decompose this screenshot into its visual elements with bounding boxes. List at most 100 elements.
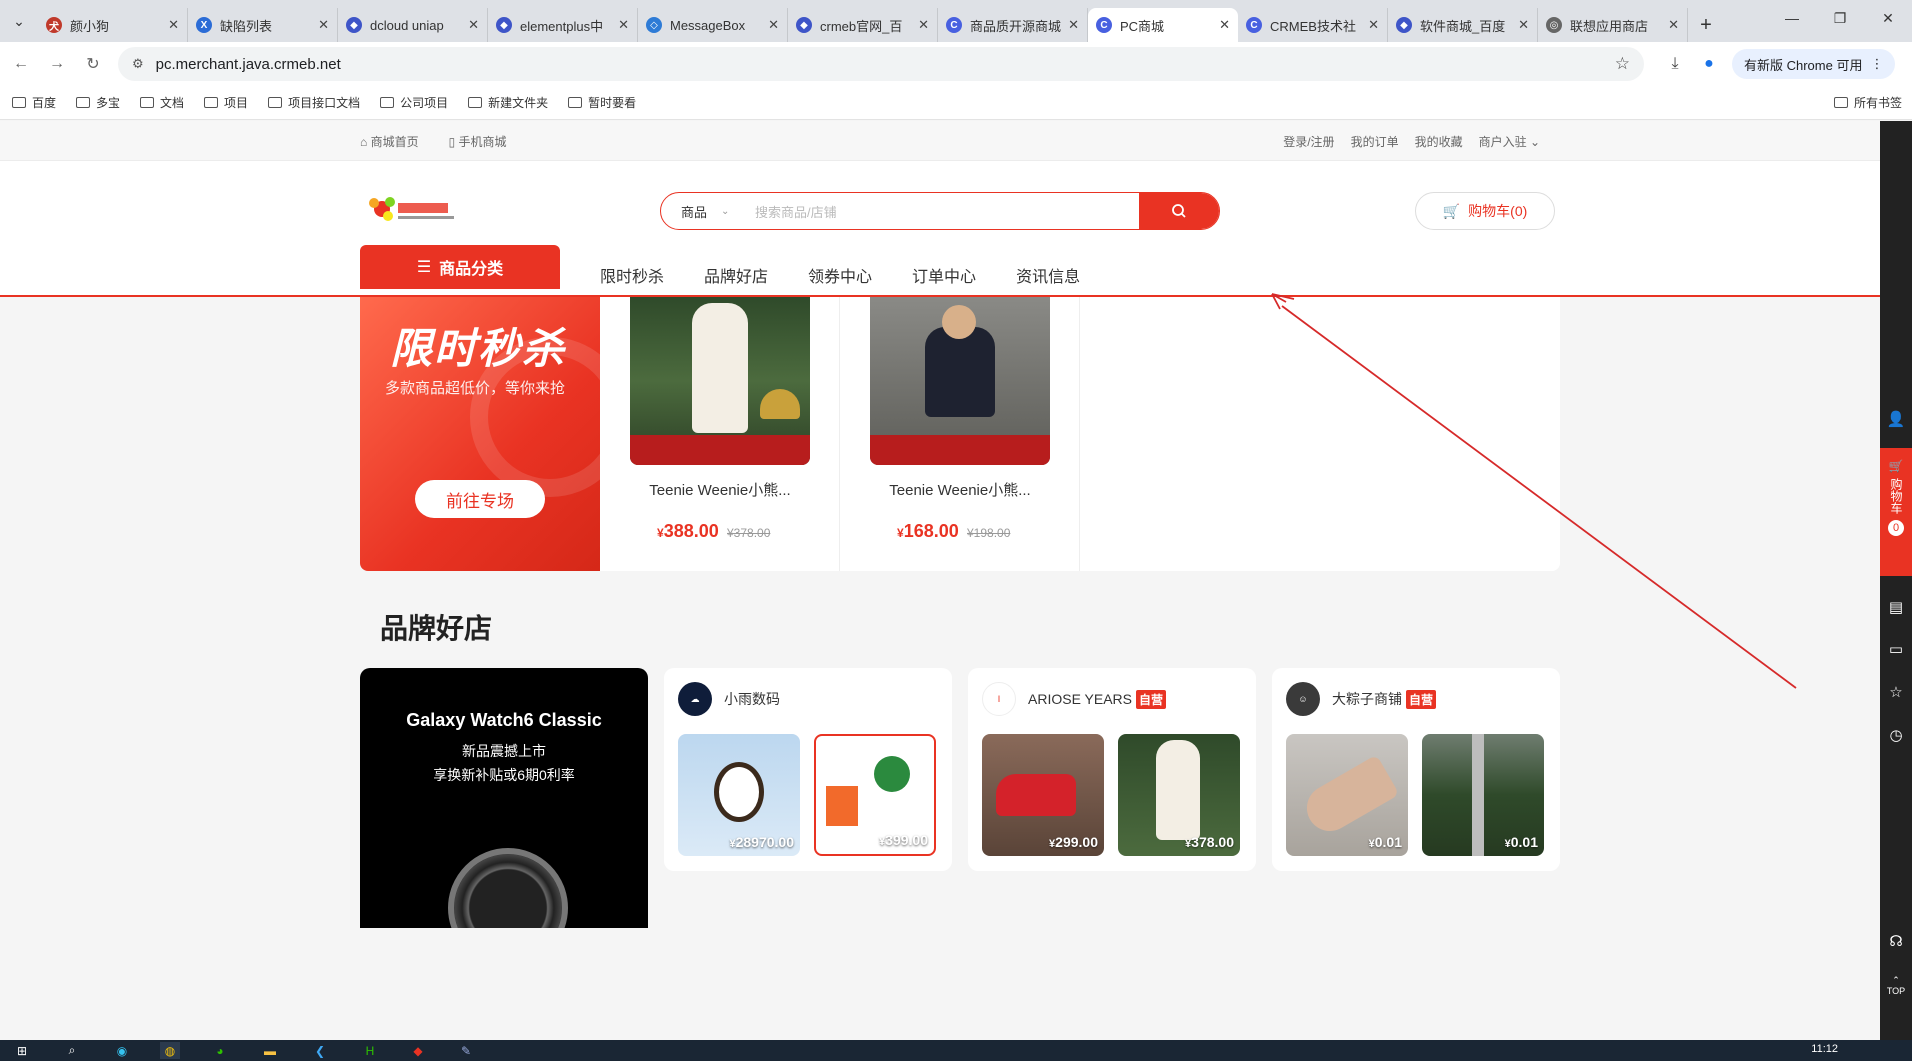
minimize-icon[interactable]: — xyxy=(1768,0,1816,36)
all-bookmarks[interactable]: 所有书签 xyxy=(1833,94,1902,111)
download-icon[interactable]: ⤓ xyxy=(1658,55,1692,73)
reload-icon[interactable]: ↻ xyxy=(78,49,108,79)
flash-item[interactable]: Teenie Weenie小熊... ¥388.00 ¥378.00 xyxy=(600,297,840,571)
merchant-join-link[interactable]: 商户入驻 ⌄ xyxy=(1479,133,1540,150)
browser-tab[interactable]: ◆ crmeb官网_百 ✕ xyxy=(788,8,938,42)
search-button[interactable] xyxy=(1139,193,1219,229)
store-product[interactable]: ¥0.01 xyxy=(1286,734,1408,856)
edge-icon[interactable]: ◉ xyxy=(112,1042,132,1059)
tab-close-icon[interactable]: ✕ xyxy=(1068,17,1079,33)
more-menu-icon[interactable]: ⋮ xyxy=(1870,56,1883,72)
star-icon[interactable]: ☆ xyxy=(1880,676,1912,708)
nav-brand-stores[interactable]: 品牌好店 xyxy=(704,263,768,287)
browser-tab[interactable]: C 商品质开源商城 ✕ xyxy=(938,8,1088,42)
wechat-icon[interactable]: ◕ xyxy=(210,1042,230,1059)
history-icon[interactable]: ◷ xyxy=(1880,719,1912,751)
nav-coupon-center[interactable]: 领券中心 xyxy=(808,263,872,287)
tab-close-icon[interactable]: ✕ xyxy=(918,17,929,33)
store-card[interactable]: ☺ 大粽子商铺 自营 ¥0.01 ¥0.01 xyxy=(1272,668,1560,871)
mobile-mall-link[interactable]: ▯ 手机商城 xyxy=(449,133,507,150)
category-button[interactable]: ☰ 商品分类 xyxy=(360,245,560,289)
nav-flash-sale[interactable]: 限时秒杀 xyxy=(600,263,664,287)
hbuilder-icon[interactable]: H xyxy=(360,1042,380,1059)
tab-search-chevron-icon[interactable]: ⌄ xyxy=(0,0,38,42)
headset-icon[interactable]: ☊ xyxy=(1880,925,1912,957)
site-logo[interactable] xyxy=(360,191,460,229)
bookmark-folder[interactable]: 项目 xyxy=(204,94,248,111)
login-link[interactable]: 登录/注册 xyxy=(1283,133,1334,150)
browser-tab[interactable]: ◆ 软件商城_百度 ✕ xyxy=(1388,8,1538,42)
vscode-icon[interactable]: ❮ xyxy=(310,1042,330,1059)
browser-tab[interactable]: C CRMEB技术社 ✕ xyxy=(1238,8,1388,42)
my-orders-link[interactable]: 我的订单 xyxy=(1351,133,1399,150)
store-card[interactable]: ☁ 小雨数码 ¥28970.00 ¥399.00 xyxy=(664,668,952,871)
order-icon[interactable]: ▤ xyxy=(1880,591,1912,623)
bookmark-folder[interactable]: 暂时要看 xyxy=(568,94,636,111)
chrome-update-button[interactable]: 有新版 Chrome 可用 ⋮ xyxy=(1732,49,1896,79)
browser-tab[interactable]: X 缺陷列表 ✕ xyxy=(188,8,338,42)
notepad-icon[interactable]: ✎ xyxy=(456,1042,476,1059)
mall-home-link[interactable]: ⌂ 商城首页 xyxy=(360,133,419,150)
tab-close-icon[interactable]: ✕ xyxy=(768,17,779,33)
browser-tab[interactable]: 犬颜小狗 ✕ xyxy=(38,8,188,42)
tab-close-icon[interactable]: ✕ xyxy=(1219,17,1230,33)
bookmark-folder[interactable]: 文档 xyxy=(140,94,184,111)
store-product[interactable]: ¥299.00 xyxy=(982,734,1104,856)
browser-tab[interactable]: ◆ elementplus中 ✕ xyxy=(488,8,638,42)
tab-close-icon[interactable]: ✕ xyxy=(1368,17,1379,33)
close-window-icon[interactable]: ✕ xyxy=(1864,0,1912,36)
tab-favicon-icon: ◎ xyxy=(1546,17,1562,33)
back-to-top-button[interactable]: ⌃ TOP xyxy=(1880,969,1912,1001)
tab-close-icon[interactable]: ✕ xyxy=(168,17,179,33)
tab-close-icon[interactable]: ✕ xyxy=(1518,17,1529,33)
sidebar-cart[interactable]: 🛒 购物车 0 xyxy=(1880,448,1912,576)
profile-icon[interactable]: ● xyxy=(1692,55,1726,73)
tab-close-icon[interactable]: ✕ xyxy=(618,17,629,33)
file-explorer-icon[interactable]: ▬ xyxy=(260,1042,280,1059)
browser-tab[interactable]: ◆ dcloud uniap ✕ xyxy=(338,8,488,42)
chrome-icon[interactable]: ◍ xyxy=(160,1042,180,1059)
search-icon[interactable]: ⌕ xyxy=(62,1042,82,1059)
tab-close-icon[interactable]: ✕ xyxy=(1668,17,1679,33)
new-tab-button[interactable]: + xyxy=(1688,8,1724,42)
my-favorites-link[interactable]: 我的收藏 xyxy=(1415,133,1463,150)
browser-tab[interactable]: C PC商城 ✕ xyxy=(1088,8,1238,42)
bookmark-folder[interactable]: 多宝 xyxy=(76,94,120,111)
user-icon[interactable]: 👤 xyxy=(1880,403,1912,435)
bookmark-folder[interactable]: 项目接口文档 xyxy=(268,94,360,111)
bookmark-star-icon[interactable]: ☆ xyxy=(1615,54,1630,74)
tab-close-icon[interactable]: ✕ xyxy=(318,17,329,33)
omnibox[interactable]: ⚙ pc.merchant.java.crmeb.net ☆ xyxy=(118,47,1644,81)
site-info-icon[interactable]: ⚙ xyxy=(132,56,144,72)
app-icon[interactable]: ◆ xyxy=(408,1042,428,1059)
cart-icon: 🛒 xyxy=(1442,202,1461,219)
search-bar: 商品 ⌄ 搜索商品/店铺 xyxy=(660,192,1220,230)
windows-start-icon[interactable]: ⊞ xyxy=(12,1042,32,1059)
store-product[interactable]: ¥378.00 xyxy=(1118,734,1240,856)
folder-icon xyxy=(140,97,155,108)
tab-close-icon[interactable]: ✕ xyxy=(468,17,479,33)
category-label: 商品分类 xyxy=(439,261,504,278)
forward-icon[interactable]: → xyxy=(42,49,72,79)
bookmark-folder[interactable]: 公司项目 xyxy=(380,94,448,111)
bookmark-folder[interactable]: 新建文件夹 xyxy=(468,94,548,111)
back-icon[interactable]: ← xyxy=(6,49,36,79)
store-card[interactable]: I ARIOSE YEARS 自营 ¥299.00 ¥378.00 xyxy=(968,668,1256,871)
store-product[interactable]: ¥28970.00 xyxy=(678,734,800,856)
restore-icon[interactable]: ❐ xyxy=(1816,0,1864,36)
nav-order-center[interactable]: 订单中心 xyxy=(912,263,976,287)
coupon-icon[interactable]: ▭ xyxy=(1880,633,1912,665)
go-to-sale-button[interactable]: 前往专场 xyxy=(415,480,545,518)
search-input[interactable]: 搜索商品/店铺 xyxy=(741,202,1139,221)
search-scope-select[interactable]: 商品 ⌄ xyxy=(661,202,741,221)
store-product[interactable]: ¥0.01 xyxy=(1422,734,1544,856)
browser-tab[interactable]: ◎ 联想应用商店 ✕ xyxy=(1538,8,1688,42)
store-product[interactable]: ¥399.00 xyxy=(814,734,936,856)
brand-promo-banner[interactable]: Galaxy Watch6 Classic 新品震撼上市 享换新补贴或6期0利率 xyxy=(360,668,648,928)
bookmark-label: 公司项目 xyxy=(400,96,449,110)
flash-item[interactable]: Teenie Weenie小熊... ¥168.00 ¥198.00 xyxy=(840,297,1080,571)
cart-button[interactable]: 🛒 购物车(0) xyxy=(1415,192,1555,230)
browser-tab[interactable]: ◇ MessageBox ✕ xyxy=(638,8,788,42)
bookmark-folder[interactable]: 百度 xyxy=(12,94,56,111)
nav-news[interactable]: 资讯信息 xyxy=(1016,263,1080,287)
